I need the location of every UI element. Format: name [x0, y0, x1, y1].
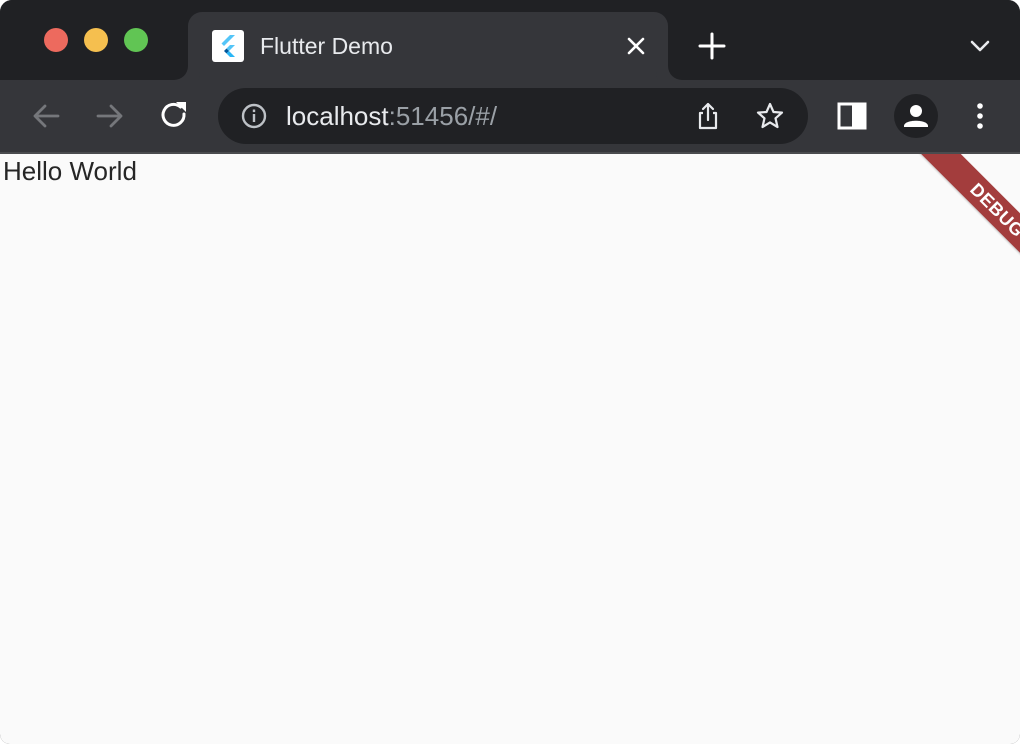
debug-banner: DEBUG	[912, 154, 1020, 301]
tab-flutter-demo[interactable]: Flutter Demo	[188, 12, 668, 80]
url-text[interactable]: localhost:51456/#/	[286, 102, 497, 130]
close-window-button[interactable]	[44, 28, 68, 52]
info-icon[interactable]	[240, 102, 268, 130]
tab-strip: Flutter Demo	[0, 0, 1020, 80]
plus-icon[interactable]	[696, 30, 728, 62]
back-arrow-icon[interactable]	[26, 96, 66, 136]
maximize-window-button[interactable]	[124, 28, 148, 52]
share-icon[interactable]	[692, 100, 724, 132]
reload-icon[interactable]	[154, 96, 194, 136]
url-host: localhost	[286, 101, 389, 131]
debug-banner-label: DEBUG	[966, 179, 1020, 242]
page-content: Hello World DEBUG	[0, 154, 1020, 744]
tab-title: Flutter Demo	[260, 33, 393, 59]
chevron-down-icon[interactable]	[966, 32, 994, 60]
more-vert-icon[interactable]	[960, 96, 1000, 136]
flutter-logo-icon	[212, 30, 244, 62]
close-icon[interactable]	[622, 32, 650, 60]
minimize-window-button[interactable]	[84, 28, 108, 52]
browser-toolbar: localhost:51456/#/	[0, 80, 1020, 152]
address-bar[interactable]: localhost:51456/#/	[218, 88, 808, 144]
profile-icon[interactable]	[894, 94, 938, 138]
star-icon[interactable]	[754, 100, 786, 132]
side-panel-icon[interactable]	[832, 96, 872, 136]
url-path: :51456/#/	[388, 101, 498, 131]
hello-text: Hello World	[3, 156, 137, 186]
browser-window: Flutter Demo localhost:51456/#/ Hello Wo…	[0, 0, 1020, 744]
forward-arrow-icon[interactable]	[90, 96, 130, 136]
